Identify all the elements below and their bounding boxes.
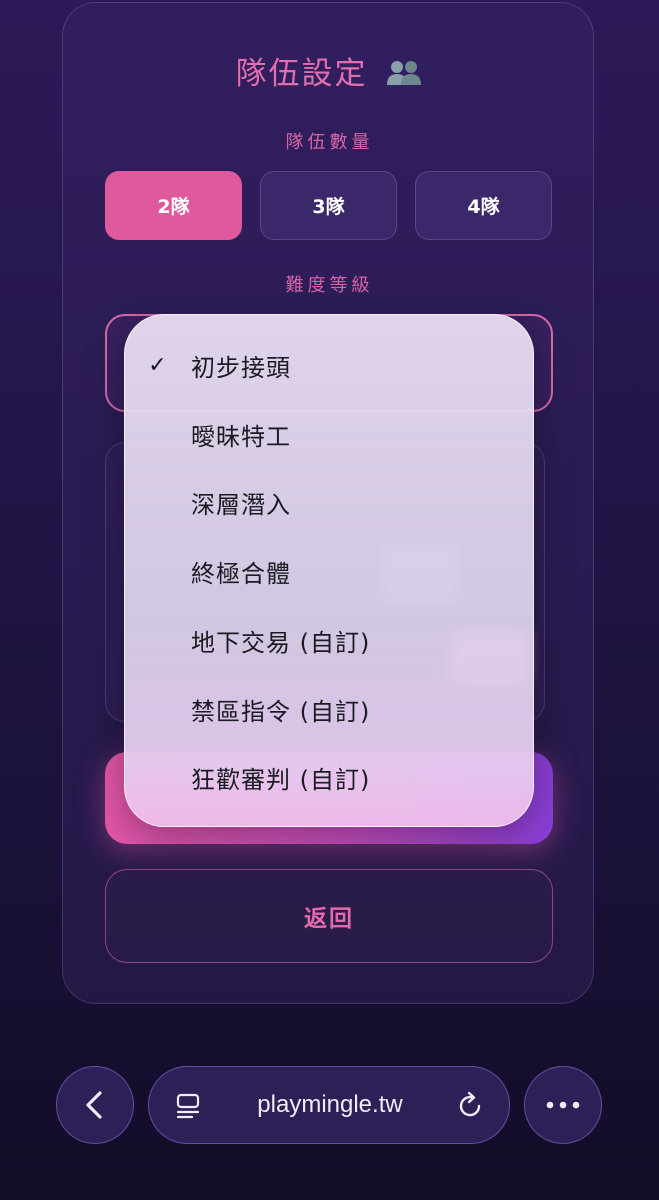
more-button[interactable] [524,1066,602,1144]
back-button[interactable]: 返回 [105,869,553,963]
team-count-label: 隊伍數量 [285,132,374,153]
dropdown-option-label: 曖昧特工 [191,422,291,451]
page-title-text: 隊伍設定 [235,56,368,92]
dropdown-option[interactable]: 禁區指令 (自訂) [125,684,533,734]
team-option-4[interactable]: 4隊 [415,171,552,240]
dropdown-option[interactable]: ✓ 初步接頭 [125,340,533,390]
dropdown-option[interactable]: 終極合體 [125,546,533,596]
more-icon [546,1101,580,1109]
difficulty-label: 難度等級 [285,275,374,296]
url-bar[interactable]: playmingle.tw [148,1066,510,1144]
dropdown-option[interactable]: 深層潛入 [125,477,533,527]
difficulty-dropdown-menu: ✓ 初步接頭 曖昧特工 深層潛入 終極合體 地下交易 (自訂) 禁區指令 (自訂… [124,314,534,827]
people-icon [385,58,423,94]
page-title: 隊伍設定 [0,48,659,94]
dropdown-option-label: 禁區指令 (自訂) [191,697,371,726]
dropdown-option[interactable]: 曖昧特工 [125,409,533,459]
dropdown-option-label: 終極合體 [191,559,291,588]
dropdown-option[interactable]: 狂歡審判 (自訂) [125,752,533,802]
dropdown-option[interactable]: 地下交易 (自訂) [125,615,533,665]
team-option-3[interactable]: 3隊 [260,171,397,240]
team-option-2[interactable]: 2隊 [105,171,242,240]
reload-icon[interactable] [455,1091,485,1125]
dropdown-option-label: 地下交易 (自訂) [191,628,371,657]
dropdown-option-label: 狂歡審判 (自訂) [191,765,371,794]
browser-back-button[interactable] [56,1066,134,1144]
chevron-left-icon [86,1091,102,1119]
dropdown-option-label: 深層潛入 [191,490,291,519]
dropdown-option-label: 初步接頭 [191,353,291,382]
checkmark-icon: ✓ [148,352,168,378]
